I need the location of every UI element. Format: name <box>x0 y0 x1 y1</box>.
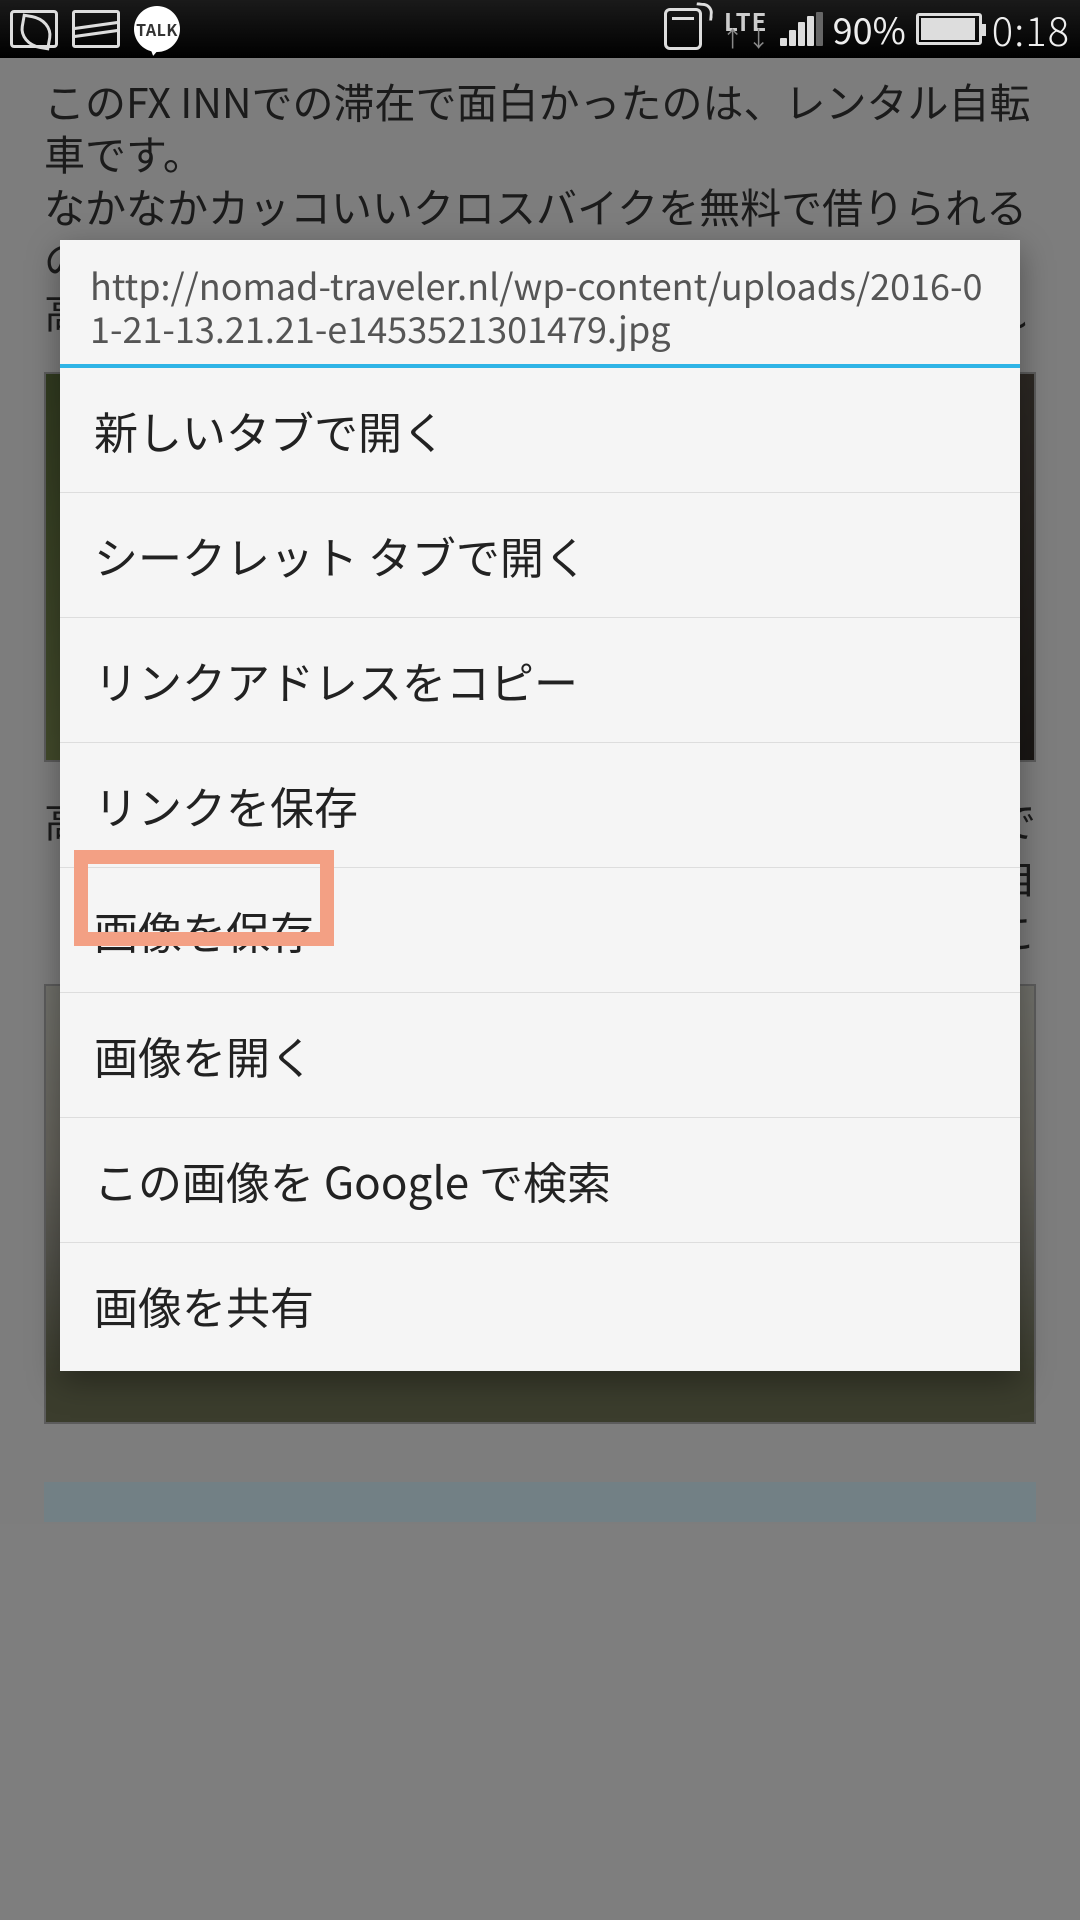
menu-share-image[interactable]: 画像を共有 <box>60 1243 1020 1371</box>
battery-percent: 90% <box>833 3 906 55</box>
status-bar: TALK LTE ↑↓ 90% 0:18 <box>0 0 1080 58</box>
screenshot-icon <box>72 10 120 48</box>
talk-label: TALK <box>136 17 178 41</box>
cell-signal-icon <box>780 12 823 46</box>
menu-save-link[interactable]: リンクを保存 <box>60 743 1020 868</box>
menu-open-incognito-tab[interactable]: シークレット タブで開く <box>60 493 1020 618</box>
data-arrows-icon: ↑↓ <box>722 30 770 48</box>
lte-indicator: LTE ↑↓ <box>722 11 770 48</box>
clock: 0:18 <box>992 0 1070 58</box>
menu-search-image-google[interactable]: この画像を Google で検索 <box>60 1118 1020 1243</box>
menu-save-image[interactable]: 画像を保存 <box>60 868 1020 993</box>
menu-copy-link-address[interactable]: リンクアドレスをコピー <box>60 618 1020 743</box>
eco-icon <box>10 10 58 48</box>
vibrate-icon <box>664 8 702 50</box>
battery-icon <box>916 13 982 45</box>
context-menu-title: http://nomad-traveler.nl/wp-content/uplo… <box>60 240 1020 364</box>
image-context-menu: http://nomad-traveler.nl/wp-content/uplo… <box>60 240 1020 1371</box>
menu-open-new-tab[interactable]: 新しいタブで開く <box>60 368 1020 493</box>
talk-app-icon: TALK <box>134 6 180 52</box>
menu-open-image[interactable]: 画像を開く <box>60 993 1020 1118</box>
